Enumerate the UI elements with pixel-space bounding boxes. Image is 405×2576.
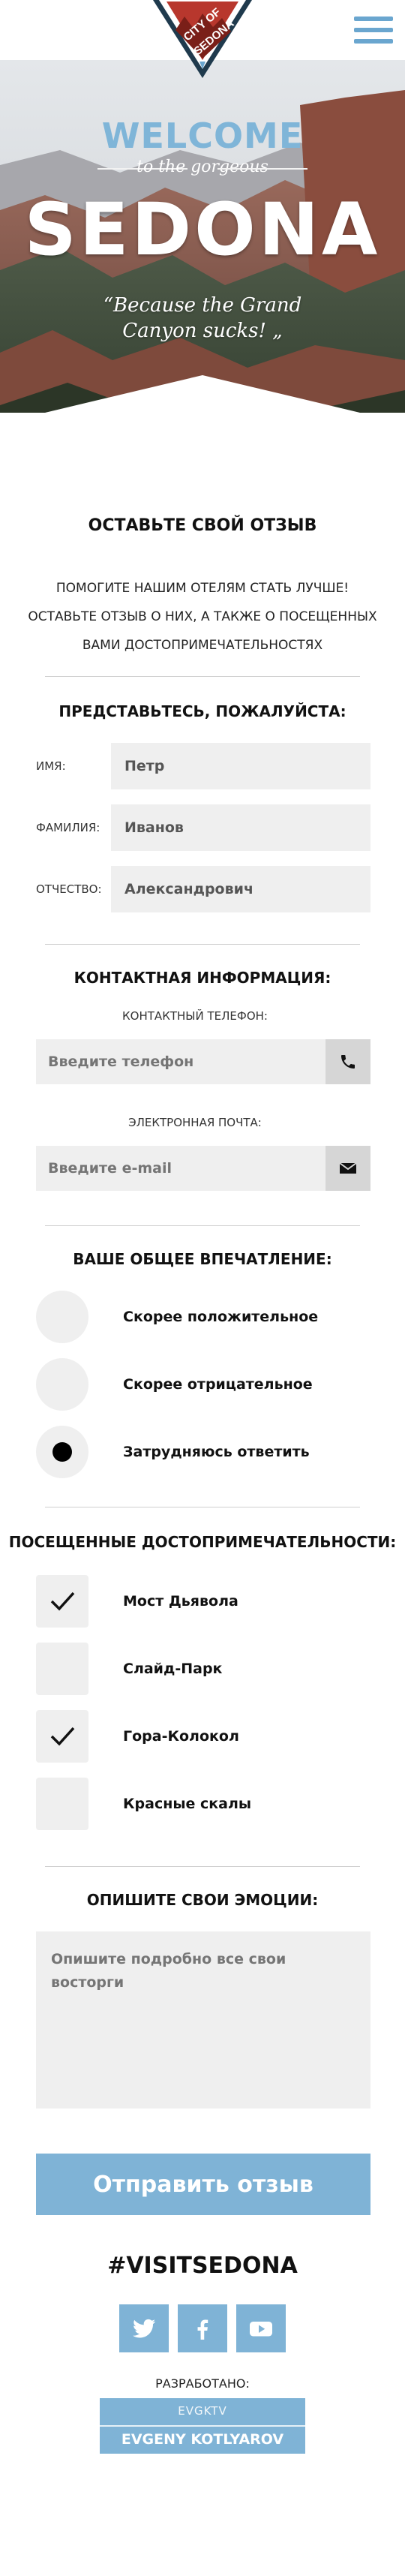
submit-review-button[interactable]: Отправить отзыв: [36, 2154, 370, 2215]
city-of-sedona-logo[interactable]: CITY OF SEDONA: [150, 0, 255, 83]
hamburger-icon[interactable]: [354, 17, 393, 47]
emotions-title: ОПИШИТЕ СВОИ ЭМОЦИИ:: [86, 1891, 319, 1909]
review-intro: ПОМОГИТЕ НАШИМ ОТЕЛЯМ СТАТЬ ЛУЧШЕ! ОСТАВ…: [22, 574, 382, 660]
hero-quote: “Because the Grand Canyon sucks! „: [90, 293, 315, 344]
youtube-icon[interactable]: [236, 2304, 286, 2352]
check-icon: [50, 1727, 75, 1746]
email-row: [36, 1146, 370, 1191]
hero-quote-line2: Canyon sucks! „: [122, 320, 283, 342]
check-icon: [50, 1592, 75, 1611]
divider: [45, 1866, 360, 1867]
burger-line: [354, 28, 393, 32]
developer-tag: EVGKTV: [178, 2404, 227, 2418]
sight-option: Мост Дьявола: [36, 1575, 369, 1628]
last-name-label: ФАМИЛИЯ:: [36, 821, 100, 834]
first-name-label: ИМЯ:: [36, 759, 66, 773]
sight-label: Слайд-Парк: [123, 1661, 223, 1677]
impression-radio-unsure[interactable]: [36, 1426, 88, 1478]
email-field[interactable]: [36, 1146, 326, 1191]
last-name-field[interactable]: [111, 804, 370, 851]
sight-label: Гора-Колокол: [123, 1728, 239, 1745]
hero-quote-line1: “Because the Grand: [103, 294, 302, 317]
radio-selected-dot: [52, 1442, 72, 1462]
review-intro-line3: ВАМИ ДОСТОПРИМЕЧАТЕЛЬНОСТЯХ: [82, 638, 323, 653]
sight-checkbox-bell-rock[interactable]: [36, 1710, 88, 1763]
first-name-row: ИМЯ:: [36, 743, 370, 789]
phone-field[interactable]: [36, 1039, 326, 1084]
impression-title: ВАШЕ ОБЩЕЕ ВПЕЧАТЛЕНИЕ:: [73, 1250, 332, 1268]
hero-welcome: WELCOME: [101, 116, 304, 156]
first-name-field[interactable]: [111, 743, 370, 789]
sight-label: Красные скалы: [123, 1796, 252, 1812]
sight-option: Гора-Колокол: [36, 1710, 369, 1763]
sight-label: Мост Дьявола: [123, 1593, 238, 1610]
divider: [45, 676, 360, 677]
sight-option: Красные скалы: [36, 1778, 369, 1830]
review-form: ОСТАВЬТЕ СВОЙ ОТЗЫВ ПОМОГИТЕ НАШИМ ОТЕЛЯ…: [0, 465, 405, 2454]
email-label: ЭЛЕКТРОННАЯ ПОЧТА:: [128, 1116, 262, 1129]
twitter-glyph: [133, 2319, 155, 2338]
patronymic-label: ОТЧЕСТВО:: [36, 882, 102, 896]
envelope-icon[interactable]: [326, 1146, 370, 1191]
impression-option: Скорее положительное: [36, 1291, 369, 1343]
last-name-row: ФАМИЛИЯ:: [36, 804, 370, 851]
impression-label: Затрудняюсь ответить: [123, 1444, 310, 1460]
identity-title: ПРЕДСТАВЬТЕСЬ, ПОЖАЛУЙСТА:: [58, 702, 346, 720]
review-title: ОСТАВЬТЕ СВОЙ ОТЗЫВ: [88, 516, 317, 535]
impression-option: Затрудняюсь ответить: [36, 1426, 369, 1478]
phone-row: [36, 1039, 370, 1084]
patronymic-row: ОТЧЕСТВО:: [36, 866, 370, 912]
divider: [45, 944, 360, 945]
divider: [45, 1225, 360, 1226]
developer-name: EVGENY KOTLYAROV: [100, 2425, 305, 2448]
impression-label: Скорее положительное: [123, 1309, 319, 1325]
hero-text: WELCOME to the gorgeous SEDONA “Because …: [0, 60, 405, 465]
impression-option: Скорее отрицательное: [36, 1358, 369, 1411]
sight-checkbox-red-rocks[interactable]: [36, 1778, 88, 1830]
developed-by-label: РАЗРАБОТАНО:: [155, 2376, 250, 2391]
sight-option: Слайд-Парк: [36, 1643, 369, 1695]
hero-title: SEDONA: [24, 188, 381, 272]
hero-subtitle-row: to the gorgeous: [0, 158, 405, 180]
visit-hashtag: #VISITSEDONA: [107, 2253, 298, 2279]
hero-subtitle: to the gorgeous: [136, 158, 268, 176]
patronymic-field[interactable]: [111, 866, 370, 912]
hero-banner: WELCOME to the gorgeous SEDONA “Because …: [0, 60, 405, 465]
sight-checkbox-slide-park[interactable]: [36, 1643, 88, 1695]
facebook-glyph: [197, 2319, 208, 2340]
emotions-textarea[interactable]: [36, 1931, 370, 2109]
social-links: [0, 2304, 405, 2352]
impression-radio-positive[interactable]: [36, 1291, 88, 1343]
sight-checkbox-devils-bridge[interactable]: [36, 1575, 88, 1628]
youtube-glyph: [250, 2322, 272, 2337]
impression-radio-negative[interactable]: [36, 1358, 88, 1411]
developer-badge[interactable]: EVGKTV EVGENY KOTLYAROV: [100, 2398, 305, 2454]
burger-line: [354, 39, 393, 44]
impression-label: Скорее отрицательное: [123, 1376, 313, 1393]
review-intro-line2: ОСТАВЬТЕ ОТЗЫВ О НИХ, А ТАКЖЕ О ПОСЕЩЕНН…: [28, 609, 377, 624]
phone-label: КОНТАКТНЫЙ ТЕЛЕФОН:: [122, 1009, 268, 1023]
page: CITY OF SEDONA WELCOME to the gorgeous S…: [0, 0, 405, 2576]
phone-icon[interactable]: [326, 1039, 370, 1084]
sights-title: ПОСЕЩЕННЫЕ ДОСТОПРИМЕЧАТЕЛЬНОСТИ:: [8, 1533, 397, 1551]
review-intro-line1: ПОМОГИТЕ НАШИМ ОТЕЛЯМ СТАТЬ ЛУЧШЕ!: [56, 581, 350, 596]
subtitle-line-right: [218, 168, 308, 170]
contacts-title: КОНТАКТНАЯ ИНФОРМАЦИЯ:: [74, 969, 332, 987]
facebook-icon[interactable]: [178, 2304, 227, 2352]
burger-line: [354, 17, 393, 21]
twitter-icon[interactable]: [119, 2304, 169, 2352]
